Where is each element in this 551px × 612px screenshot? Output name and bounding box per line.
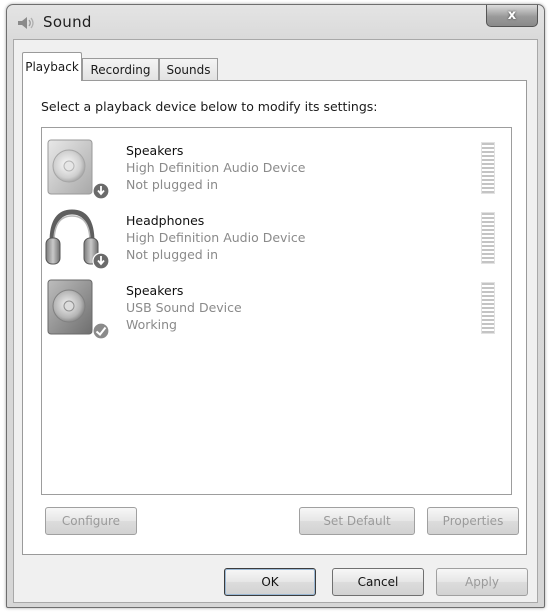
playback-tab-panel: Select a playback device below to modify… — [22, 80, 527, 555]
device-item-headphones[interactable]: Headphones High Definition Audio Device … — [42, 206, 511, 274]
device-name: Speakers — [126, 283, 184, 298]
volume-meter — [481, 212, 495, 264]
close-button[interactable]: x — [486, 5, 538, 27]
volume-meter — [481, 142, 495, 194]
close-icon: x — [507, 8, 517, 23]
volume-meter — [481, 282, 495, 334]
device-status: Working — [126, 317, 177, 332]
tab-sounds[interactable]: Sounds — [159, 58, 218, 80]
device-status: Not plugged in — [126, 247, 219, 262]
down-arrow-badge-icon — [92, 252, 110, 270]
device-status: Not plugged in — [126, 177, 219, 192]
sound-dialog-window: Sound x Playback Recording Sounds Select… — [6, 4, 545, 608]
apply-button[interactable]: Apply — [436, 568, 528, 596]
set-default-button[interactable]: Set Default — [299, 507, 415, 535]
down-arrow-badge-icon — [92, 182, 110, 200]
tab-recording[interactable]: Recording — [82, 58, 159, 80]
device-name: Speakers — [126, 143, 184, 158]
title-bar[interactable]: Sound x — [7, 5, 544, 39]
device-description: USB Sound Device — [126, 300, 242, 315]
sound-app-icon — [18, 17, 34, 29]
device-description: High Definition Audio Device — [126, 160, 306, 175]
device-text: Speakers High Definition Audio Device No… — [126, 142, 305, 193]
device-list[interactable]: Speakers High Definition Audio Device No… — [41, 127, 512, 495]
instruction-text: Select a playback device below to modify… — [41, 99, 378, 114]
device-text: Speakers USB Sound Device Working — [126, 282, 242, 333]
dialog-client-area: Playback Recording Sounds Select a playb… — [13, 39, 538, 603]
window-title: Sound — [43, 13, 92, 31]
properties-button[interactable]: Properties — [427, 507, 519, 535]
device-item-speakers-usb[interactable]: Speakers USB Sound Device Working — [42, 276, 511, 344]
tab-playback[interactable]: Playback — [22, 52, 82, 81]
ok-button[interactable]: OK — [224, 568, 316, 596]
checkmark-badge-icon — [92, 322, 110, 340]
cancel-button[interactable]: Cancel — [332, 568, 424, 596]
device-text: Headphones High Definition Audio Device … — [126, 212, 305, 263]
configure-button[interactable]: Configure — [45, 507, 137, 535]
device-description: High Definition Audio Device — [126, 230, 306, 245]
device-item-speakers-hd[interactable]: Speakers High Definition Audio Device No… — [42, 136, 511, 204]
device-name: Headphones — [126, 213, 205, 228]
